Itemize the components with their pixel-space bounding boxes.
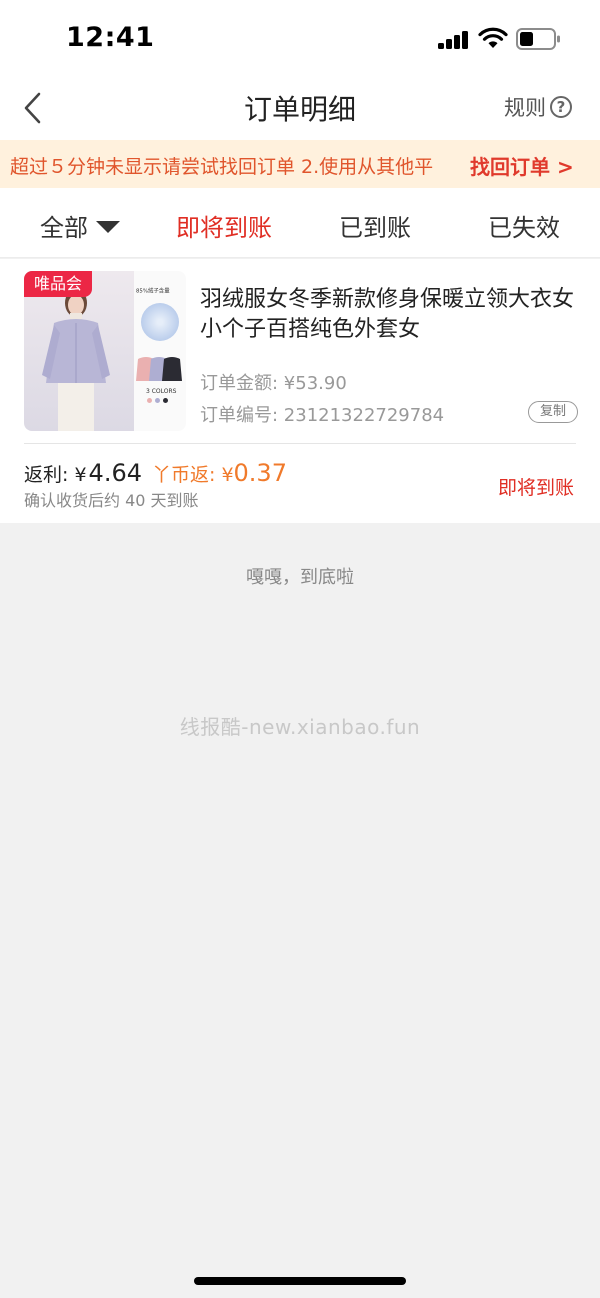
- end-of-list-text: 嘎嘎，到底啦: [246, 567, 354, 588]
- filter-tabs: 全部 即将到账 已到账 已失效: [0, 188, 600, 258]
- product-photo: 唯品会: [24, 271, 134, 431]
- status-time: 12:41: [66, 22, 155, 53]
- nav-bar: 订单明细 规则 ?: [0, 78, 600, 140]
- help-circle-icon: ?: [550, 96, 572, 118]
- arrival-note: 确认收货后约 40 天到账: [24, 491, 199, 510]
- rebate-value: 4.64: [88, 459, 142, 487]
- product-image: 唯品会 85%绒子含量 3 COLORS: [24, 271, 186, 431]
- fabric-swatch: [141, 303, 179, 341]
- notice-text: 超过５分钟未显示请尝试找回订单 2.使用从其他平: [10, 156, 434, 178]
- order-status: 即将到账: [498, 477, 575, 499]
- rules-label: 规则: [504, 96, 546, 120]
- tab-invalid[interactable]: 已失效: [488, 208, 560, 243]
- dropdown-caret-icon: [96, 221, 120, 233]
- fill-caption: 85%绒子含量: [136, 287, 170, 295]
- order-number: 订单编号: 23121322729784: [200, 405, 445, 426]
- copy-button[interactable]: 复制: [528, 401, 578, 423]
- home-indicator[interactable]: [194, 1277, 406, 1285]
- color-dot: [155, 398, 160, 403]
- recover-order-link[interactable]: 找回订单 >: [470, 151, 574, 180]
- product-detail-strip: 85%绒子含量 3 COLORS: [134, 271, 186, 431]
- signal-icon: [438, 31, 470, 49]
- color-dot: [147, 398, 152, 403]
- status-bar: 12:41: [0, 0, 600, 78]
- coin-label: 丫币返: ¥: [152, 464, 234, 486]
- divider: [24, 443, 576, 444]
- rebate-label: 返利:: [24, 464, 75, 486]
- coin-value: 0.37: [233, 459, 287, 487]
- rebate-currency: ¥: [74, 464, 87, 486]
- colors-label: 3 COLORS: [146, 388, 177, 395]
- coin-rebate: 丫币返: ¥0.37: [152, 459, 287, 487]
- tab-all[interactable]: 全部: [40, 208, 120, 243]
- battery-icon: [516, 28, 560, 50]
- color-dot: [163, 398, 168, 403]
- tab-all-label: 全部: [40, 214, 88, 242]
- vip-badge: 唯品会: [24, 271, 92, 297]
- wifi-icon: [478, 27, 508, 48]
- color-variants-illustration: [136, 357, 182, 381]
- notice-banner: 超过５分钟未显示请尝试找回订单 2.使用从其他平 找回订单 >: [0, 140, 600, 188]
- order-card[interactable]: 唯品会 85%绒子含量 3 COLORS 羽绒服女冬季新款修身保暖立领大衣女小个…: [0, 259, 600, 523]
- order-amount: 订单金额: ¥53.90: [200, 373, 347, 394]
- top-area: 12:41 订单明细 规则 ?: [0, 0, 600, 140]
- rebate-amount: 返利: ¥4.64: [24, 459, 142, 487]
- rules-button[interactable]: 规则 ?: [504, 92, 572, 122]
- product-title: 羽绒服女冬季新款修身保暖立领大衣女小个子百搭纯色外套女: [200, 287, 575, 342]
- tab-arrived[interactable]: 已到账: [339, 208, 411, 243]
- tab-upcoming[interactable]: 即将到账: [176, 208, 272, 243]
- watermark: 线报酷-new.xianbao.fun: [179, 715, 421, 739]
